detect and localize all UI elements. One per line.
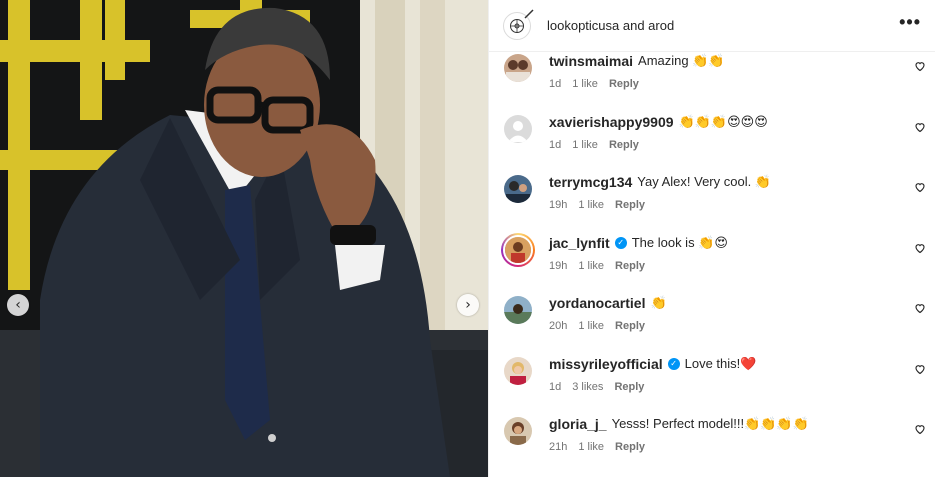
comment-text: Yay Alex! Very cool. 👏 bbox=[637, 174, 772, 189]
comment-text: The look is 👏😍 bbox=[631, 234, 728, 250]
comment-item: missyrileyofficial ✓ Love this!❤️ 1d 3 l… bbox=[489, 347, 935, 408]
reply-button[interactable]: Reply bbox=[615, 441, 645, 453]
comments-panel: lookopticusa and arod ••• twinsmaimai Am… bbox=[488, 0, 935, 477]
commenter-avatar[interactable] bbox=[504, 417, 532, 445]
comment-text: Amazing 👏👏 bbox=[638, 53, 725, 68]
comment-time[interactable]: 21h bbox=[549, 441, 567, 453]
comment-username[interactable]: xavierishappy9909 bbox=[549, 114, 674, 130]
default-avatar-icon bbox=[504, 114, 532, 143]
heart-icon[interactable] bbox=[914, 423, 926, 435]
heart-icon[interactable] bbox=[914, 121, 926, 133]
commenter-avatar[interactable] bbox=[504, 54, 532, 82]
photo-illustration bbox=[0, 0, 488, 477]
comment-text: 👏👏👏😍😍😍 bbox=[678, 113, 768, 129]
comment-text: Yesss! Perfect model!!!👏👏👏👏 bbox=[611, 416, 809, 431]
comment-time[interactable]: 19h bbox=[549, 199, 567, 211]
comment-likes[interactable]: 1 like bbox=[578, 199, 604, 211]
commenter-avatar[interactable] bbox=[504, 296, 532, 324]
comment-time[interactable]: 1d bbox=[549, 381, 561, 393]
verified-badge-icon: ✓ bbox=[614, 236, 627, 249]
more-options-icon[interactable]: ••• bbox=[899, 13, 921, 39]
heart-icon[interactable] bbox=[914, 181, 926, 193]
avatar-photo bbox=[504, 296, 532, 324]
comment-time[interactable]: 19h bbox=[549, 260, 567, 272]
avatar-photo bbox=[505, 236, 531, 263]
comment-item: yordanocartiel 👏 20h 1 like Reply bbox=[489, 286, 935, 347]
instagram-post-view: ‹ › lookopticusa and arod ••• twinsmaima… bbox=[0, 0, 935, 477]
heart-icon[interactable] bbox=[914, 363, 926, 375]
next-photo-button[interactable]: › bbox=[457, 294, 479, 316]
pen-icon bbox=[524, 8, 534, 19]
heart-icon[interactable] bbox=[914, 242, 926, 254]
comment-username[interactable]: gloria_j_ bbox=[549, 416, 607, 432]
comment-item: jac_lynfit ✓ The look is 👏😍 19h 1 like R… bbox=[489, 226, 935, 287]
comment-username[interactable]: twinsmaimai bbox=[549, 53, 633, 69]
comment-text: Love this!❤️ bbox=[684, 355, 757, 371]
chevron-left-icon: ‹ bbox=[15, 297, 21, 313]
comment-meta: 1d 1 like Reply bbox=[549, 78, 639, 90]
comment-meta: 1d 1 like Reply bbox=[549, 139, 639, 151]
comment-username[interactable]: yordanocartiel bbox=[549, 295, 645, 311]
comment-likes[interactable]: 1 like bbox=[578, 320, 604, 332]
commenter-avatar[interactable] bbox=[504, 175, 532, 203]
post-header-title[interactable]: lookopticusa and arod bbox=[547, 18, 899, 33]
comment-likes[interactable]: 1 like bbox=[572, 139, 598, 151]
comment-meta: 19h 1 like Reply bbox=[549, 260, 645, 272]
logo-icon bbox=[510, 18, 524, 33]
post-photo[interactable]: ‹ › bbox=[0, 0, 488, 477]
comment-meta: 20h 1 like Reply bbox=[549, 320, 645, 332]
heart-icon[interactable] bbox=[914, 60, 926, 72]
reply-button[interactable]: Reply bbox=[615, 260, 645, 272]
avatar-photo bbox=[504, 356, 532, 385]
chevron-right-icon: › bbox=[465, 297, 471, 313]
comment-likes[interactable]: 1 like bbox=[578, 260, 604, 272]
comment-item: gloria_j_ Yesss! Perfect model!!!👏👏👏👏 21… bbox=[489, 407, 935, 468]
comment-likes[interactable]: 1 like bbox=[578, 441, 604, 453]
commenter-avatar[interactable] bbox=[504, 114, 532, 143]
comment-meta: 19h 1 like Reply bbox=[549, 199, 645, 211]
comment-item: xavierishappy9909 👏👏👏😍😍😍 1d 1 like Reply bbox=[489, 105, 935, 166]
reply-button[interactable]: Reply bbox=[615, 320, 645, 332]
reply-button[interactable]: Reply bbox=[614, 381, 644, 393]
avatar-photo bbox=[504, 175, 532, 203]
previous-photo-button[interactable]: ‹ bbox=[7, 294, 29, 316]
comment-username[interactable]: missyrileyofficial bbox=[549, 356, 663, 372]
commenter-avatar-story-ring[interactable] bbox=[501, 232, 535, 267]
comment-item: twinsmaimai Amazing 👏👏 1d 1 like Reply bbox=[489, 44, 935, 105]
comment-likes[interactable]: 3 likes bbox=[572, 381, 603, 393]
avatar-photo bbox=[504, 54, 532, 82]
commenter-avatar[interactable] bbox=[504, 356, 532, 385]
avatar-photo bbox=[504, 417, 532, 445]
reply-button[interactable]: Reply bbox=[609, 78, 639, 90]
comment-time[interactable]: 1d bbox=[549, 78, 561, 90]
comment-time[interactable]: 20h bbox=[549, 320, 567, 332]
comment-likes[interactable]: 1 like bbox=[572, 78, 598, 90]
comment-time[interactable]: 1d bbox=[549, 139, 561, 151]
reply-button[interactable]: Reply bbox=[615, 199, 645, 211]
comment-text: 👏 bbox=[650, 295, 667, 310]
comment-username[interactable]: terrymcg134 bbox=[549, 174, 632, 190]
verified-badge-icon: ✓ bbox=[667, 357, 680, 370]
heart-icon[interactable] bbox=[914, 302, 926, 314]
comment-item: terrymcg134 Yay Alex! Very cool. 👏 19h 1… bbox=[489, 165, 935, 226]
comment-meta: 1d 3 likes Reply bbox=[549, 381, 644, 393]
comment-username[interactable]: jac_lynfit bbox=[549, 235, 610, 251]
reply-button[interactable]: Reply bbox=[609, 139, 639, 151]
account-avatar[interactable] bbox=[503, 8, 534, 40]
comment-meta: 21h 1 like Reply bbox=[549, 441, 645, 453]
comment-list: twinsmaimai Amazing 👏👏 1d 1 like Reply x… bbox=[489, 44, 935, 468]
